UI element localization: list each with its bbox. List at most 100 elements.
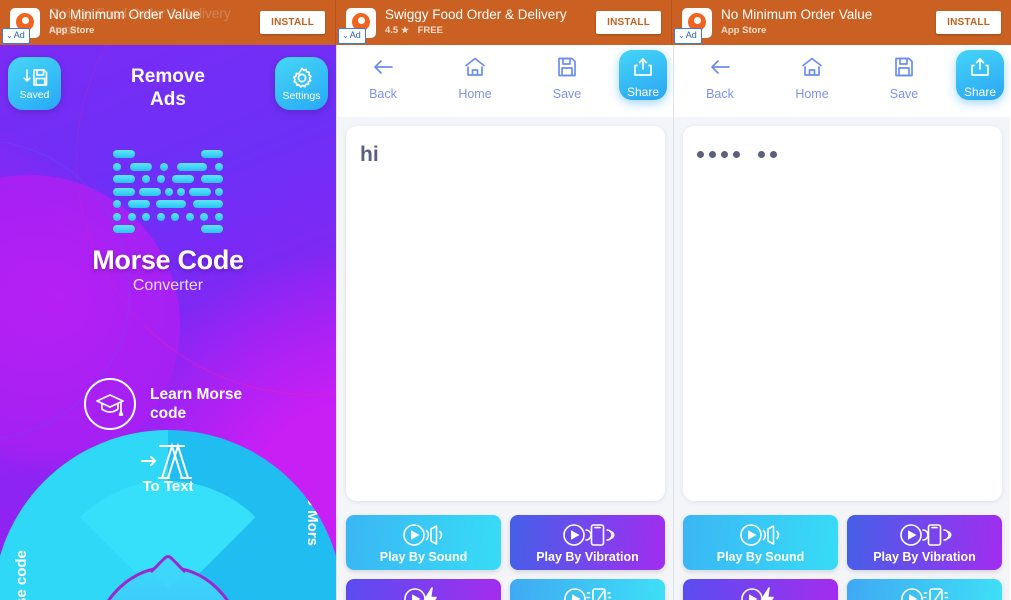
ad-price-2: FREE [417,25,443,37]
morse-letter-group [758,151,777,158]
play-lightning-icon [739,586,783,600]
save-button-label: Save [552,87,582,101]
back-button[interactable]: Back [674,45,766,101]
ad-badge-3[interactable]: ⌄Ad [674,28,702,44]
app-screen-morse: Back Home Save Share Play By Sound Play … [673,45,1010,600]
input-text-value: hi [360,143,379,166]
ad-badge-label-1: Ad [13,30,25,40]
back-button-label: Back [369,87,397,101]
back-button-label: Back [706,87,734,101]
ad-install-button-1[interactable]: INSTALL [260,11,325,34]
play-speaker-icon [738,522,784,548]
settings-button[interactable]: Settings [275,57,328,110]
play-phone-vibrate-icon [898,522,952,548]
ad-install-button-2[interactable]: INSTALL [596,11,661,34]
play-phone-screen-icon [899,586,951,600]
play-by-sound-button[interactable]: Play By Sound [683,515,838,570]
to-morse-code-label-left[interactable]: se code [13,550,30,600]
play-by-vibration-button[interactable]: Play By Vibration [510,515,665,570]
arrow-left-icon [707,56,733,83]
chevron-down-icon: ⌄ [678,31,685,40]
save-button[interactable]: Save [858,45,950,101]
play-phone-vibrate-icon [561,522,615,548]
chevron-down-icon: ⌄ [6,31,13,40]
play-by-screen-button[interactable]: Play By Screen [510,579,665,600]
promo-top-row: Saved Remove Ads Settings [0,52,336,122]
to-morse-label-right[interactable]: To Mors [304,489,321,546]
ad-subtitle-3: App Store [721,25,767,37]
app-title: Morse Code [92,245,244,275]
ad-text-1: No Minimum Order Value App Store [49,8,260,36]
play-by-vibration-label: Play By Vibration [536,549,639,564]
morse-dot [709,151,716,158]
morse-dot [770,151,777,158]
share-button-label: Share [963,85,997,99]
learn-morse-code-label: Learn Morse code [150,385,270,423]
play-button-grid-1: Play By Sound Play By Vibration [346,515,665,600]
play-by-sound-label: Play By Sound [716,549,805,564]
ad-subtitle-1: App Store [49,25,95,37]
morse-logo-row [113,212,223,221]
chevron-down-icon: ⌄ [342,31,349,40]
app-logo-block: Morse Code Converter [0,150,336,295]
morse-output-card[interactable] [683,126,1002,501]
app-store-screenshot-page: Swiggy Food Order & Delivery FREE No Min… [0,0,1011,600]
app-subtitle: Converter [132,277,204,294]
home-button[interactable]: Home [429,45,521,101]
star-icon: ★ [400,25,409,36]
text-input-card[interactable]: hi [346,126,665,501]
back-button[interactable]: Back [337,45,429,101]
morse-logo-row [113,150,223,158]
learn-line-2: code [150,405,187,422]
toolbar-screen-1: Back Home Save Share [337,45,673,117]
play-by-sound-button[interactable]: Play By Sound [346,515,501,570]
home-button-label: Home [458,87,492,101]
ad-banner-3[interactable]: No Minimum Order Value App Store INSTALL… [672,0,1011,45]
ad-banner-1[interactable]: Swiggy Food Order & Delivery FREE No Min… [0,0,336,45]
ad-badge-2[interactable]: ⌄Ad [338,28,366,44]
toolbar-screen-2: Back Home Save Share [674,45,1010,117]
ad-text-3: No Minimum Order Value App Store [721,8,936,36]
morse-dot [721,151,728,158]
play-by-flash-button[interactable]: Play By Flash [346,579,501,600]
ad-title-1: No Minimum Order Value [49,8,201,23]
share-button-label: Share [626,85,660,99]
play-speaker-icon [401,522,447,548]
home-button-label: Home [795,87,829,101]
morse-dot [697,151,704,158]
share-upload-icon [969,57,991,83]
ad-badge-label-3: Ad [685,30,697,40]
share-upload-icon [632,57,654,83]
ad-banner-2[interactable]: Swiggy Food Order & Delivery 4.5 ★ FREE … [336,0,672,45]
ad-badge-1[interactable]: ⌄Ad [2,28,30,44]
play-phone-screen-icon [562,586,614,600]
gear-icon [290,66,314,90]
play-by-vibration-label: Play By Vibration [873,549,976,564]
conversion-wheel: To Text se code To Mors o o o I o I o o … [0,430,336,600]
share-button[interactable]: Share [619,50,667,100]
play-button-grid-2: Play By Sound Play By Vibration [683,515,1002,600]
ad-subtitle-2: 4.5 ★ FREE [385,25,596,37]
ad-install-button-3[interactable]: INSTALL [936,11,1001,34]
morse-logo-row [113,200,223,208]
home-button[interactable]: Home [766,45,858,101]
morse-logo-row [113,175,223,183]
home-icon [799,56,825,83]
play-by-screen-button[interactable]: Play By Screen [847,579,1002,600]
play-by-flash-button[interactable]: Play By Flash [683,579,838,600]
morse-letter-group [697,151,740,158]
promo-panel: Saved Remove Ads Settings Morse Code Con… [0,45,336,600]
floppy-disk-icon [892,56,916,83]
save-button[interactable]: Save [521,45,613,101]
graduation-cap-icon [84,378,136,430]
morse-logo-row [113,187,223,196]
play-by-vibration-button[interactable]: Play By Vibration [847,515,1002,570]
save-button-label: Save [889,87,919,101]
app-screen-text: Back Home Save Share hi Play By Sound Pl… [336,45,673,600]
learn-morse-code-item[interactable]: Learn Morse code [84,378,270,430]
play-by-sound-label: Play By Sound [379,549,468,564]
share-button[interactable]: Share [956,50,1004,100]
to-text-label[interactable]: To Text [0,478,336,495]
morse-pattern-logo [113,150,223,233]
ad-title-3: No Minimum Order Value [721,8,873,23]
